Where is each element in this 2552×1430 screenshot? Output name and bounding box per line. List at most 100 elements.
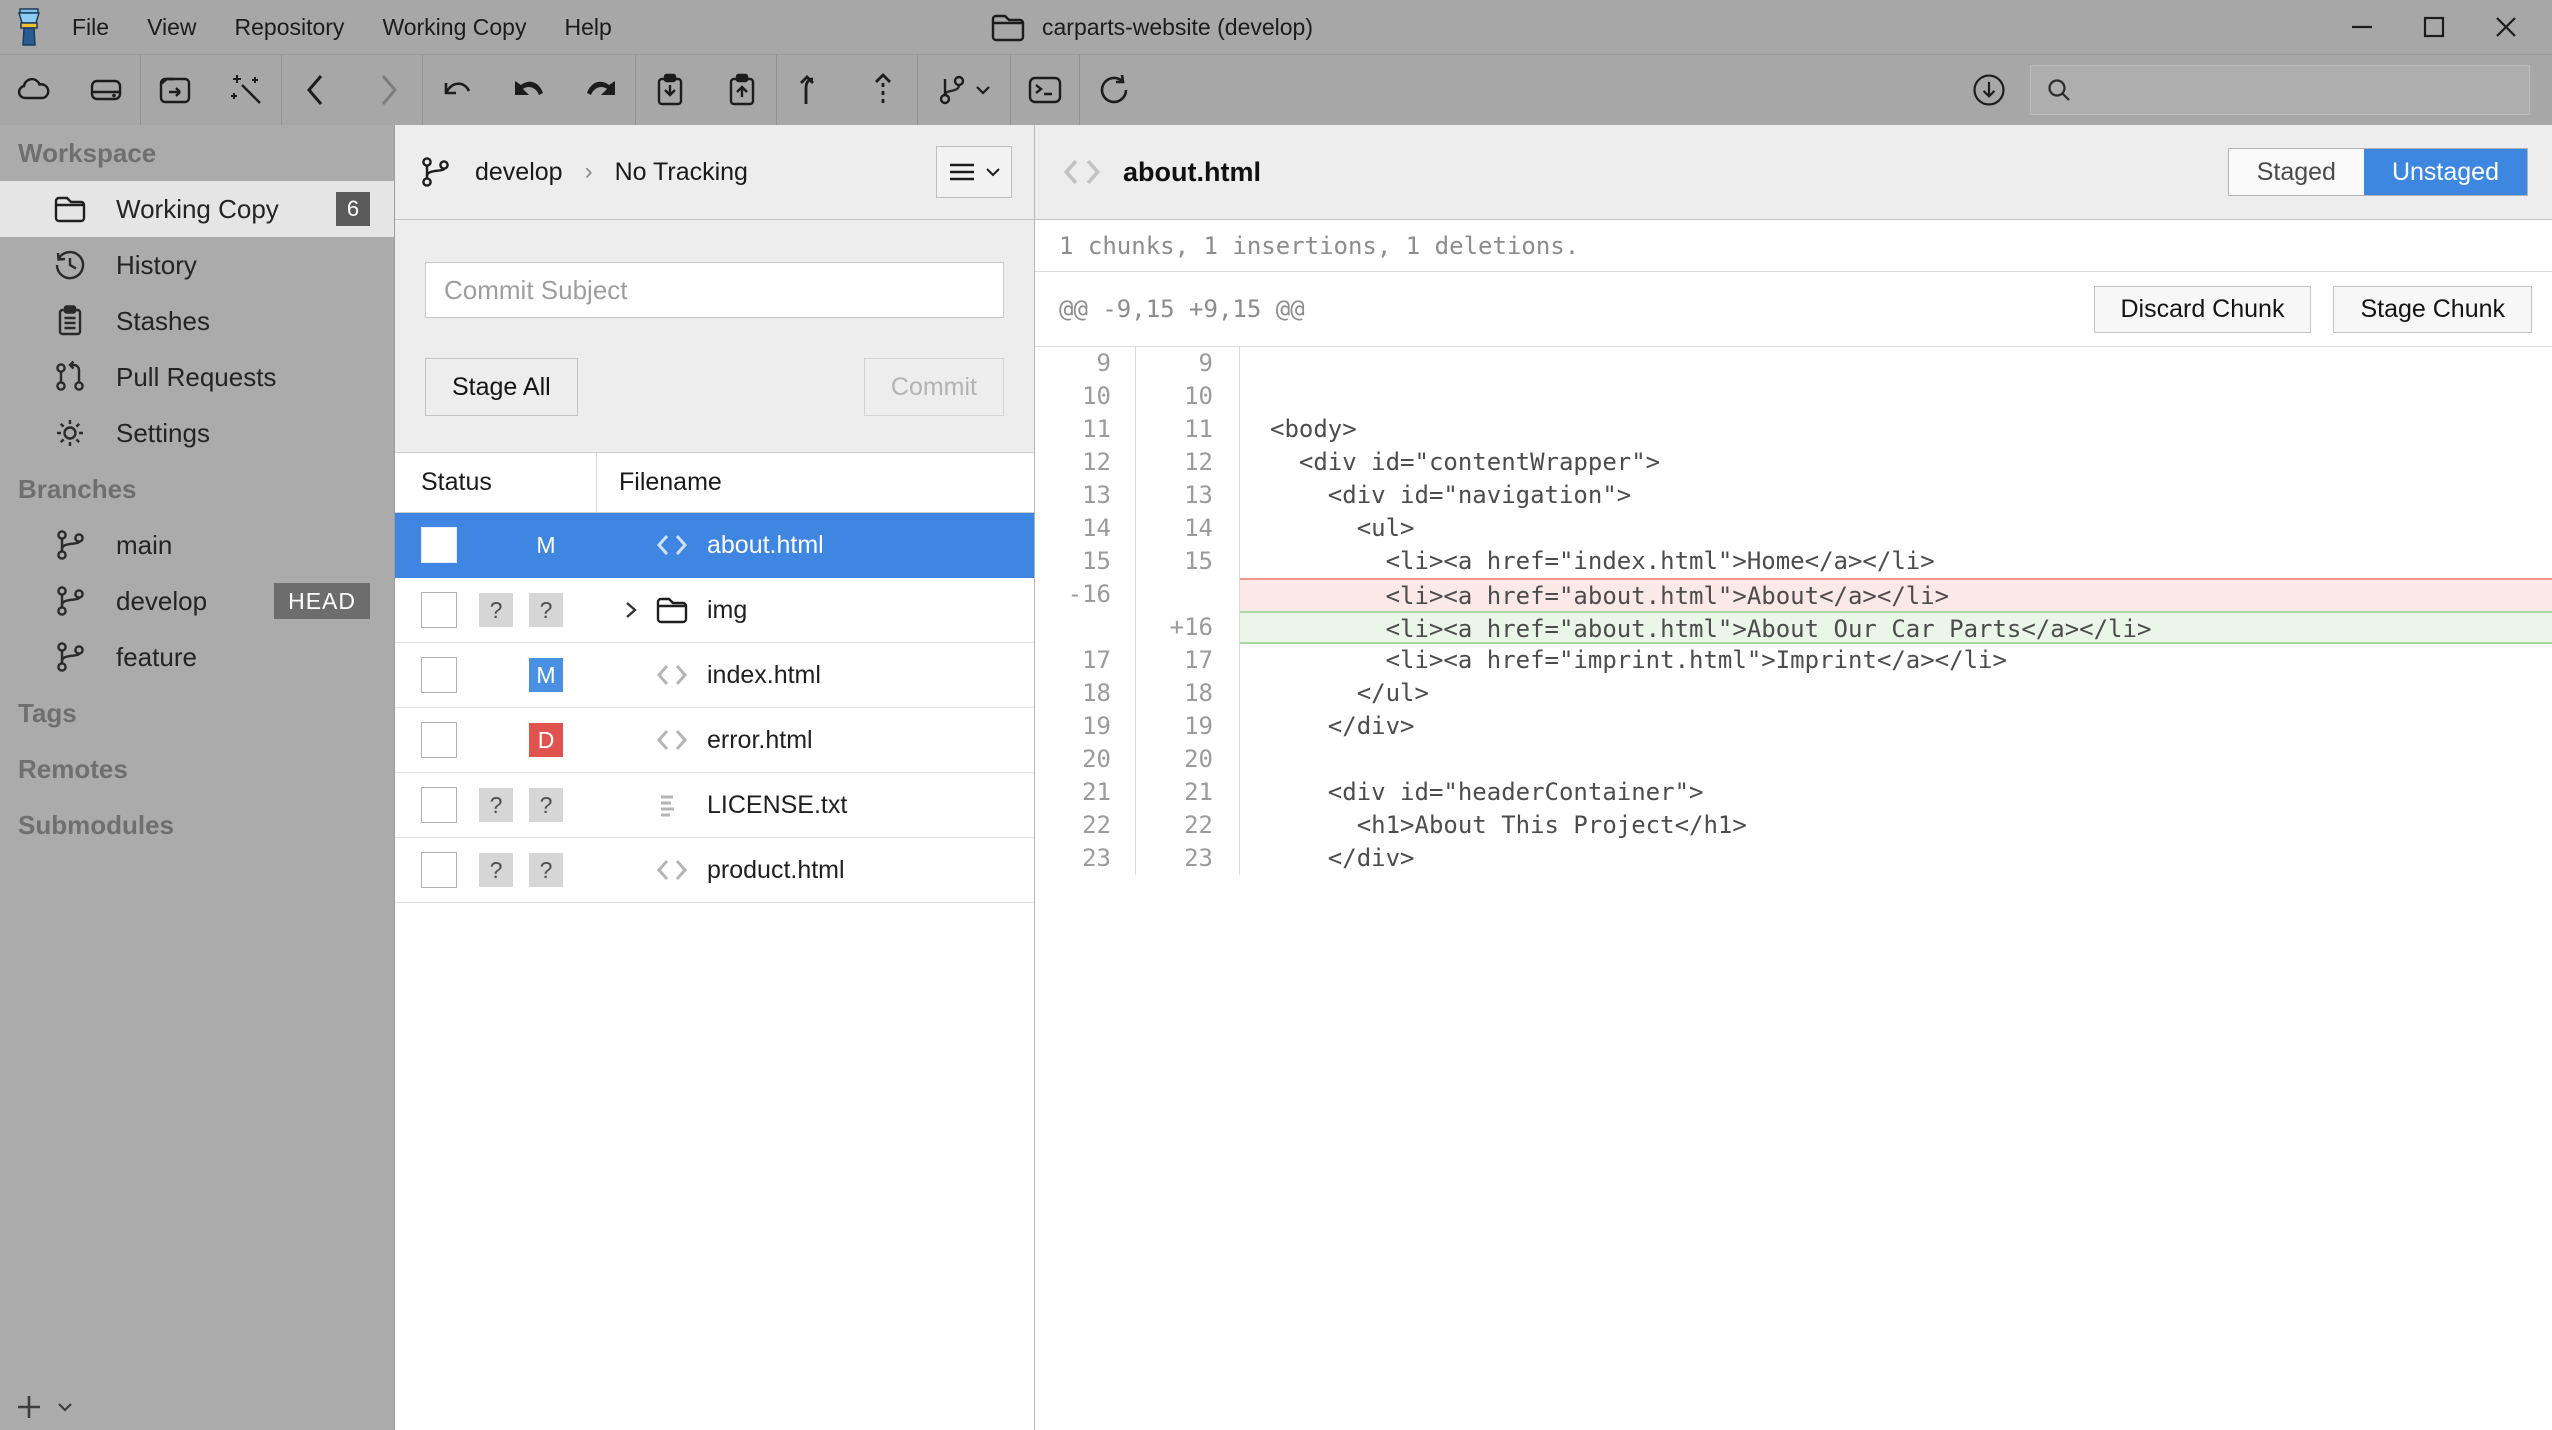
sidebar-section-workspace: Workspace: [0, 125, 394, 181]
menu-repository[interactable]: Repository: [235, 14, 345, 41]
filename-label: LICENSE.txt: [707, 791, 847, 820]
downloads-icon[interactable]: [1970, 71, 2008, 109]
back-icon[interactable]: [297, 71, 335, 109]
sidebar-item-branch-develop[interactable]: develop HEAD: [0, 573, 394, 629]
filename-label: error.html: [707, 726, 813, 755]
table-row-about-html[interactable]: M about.html: [395, 513, 1034, 578]
hunk-header-label: @@ -9,15 +9,15 @@: [1059, 295, 1305, 323]
sidebar-section-remotes[interactable]: Remotes: [0, 741, 394, 797]
stage-checkbox[interactable]: [421, 852, 457, 888]
sidebar-item-stashes[interactable]: Stashes: [0, 293, 394, 349]
breadcrumb-tracking[interactable]: No Tracking: [615, 158, 748, 187]
minimize-button[interactable]: [2326, 0, 2398, 54]
folder-icon: [52, 191, 88, 227]
push-arrow-icon[interactable]: [582, 71, 620, 109]
open-working-copy-icon[interactable]: [156, 71, 194, 109]
branch-icon: [52, 639, 88, 675]
close-button[interactable]: [2470, 0, 2542, 54]
staged-unstaged-toggle: Staged Unstaged: [2228, 148, 2528, 196]
gear-icon: [52, 415, 88, 451]
stash-save-icon[interactable]: [651, 71, 689, 109]
sidebar-item-pull-requests[interactable]: Pull Requests: [0, 349, 394, 405]
list-options-button[interactable]: [936, 146, 1012, 198]
branch-header: develop › No Tracking: [395, 125, 1034, 220]
search-icon: [2045, 76, 2073, 104]
tab-staged[interactable]: Staged: [2229, 149, 2364, 195]
diff-header: about.html Staged Unstaged: [1035, 125, 2552, 220]
sidebar-item-branch-feature[interactable]: feature: [0, 629, 394, 685]
code-file-icon: [1059, 149, 1105, 195]
code-file-icon: [653, 851, 691, 889]
menu-view[interactable]: View: [147, 14, 196, 41]
code-file-icon: [653, 526, 691, 564]
status-badge-untracked: ?: [479, 853, 513, 887]
add-repository-button[interactable]: [14, 1392, 74, 1422]
stage-all-button[interactable]: Stage All: [425, 358, 578, 416]
breadcrumb-separator: ›: [585, 158, 593, 186]
expand-chevron-icon[interactable]: [619, 598, 653, 622]
merge-icon[interactable]: [792, 71, 830, 109]
search-input[interactable]: [2083, 77, 2515, 104]
sidebar-section-tags[interactable]: Tags: [0, 685, 394, 741]
table-row-product-html[interactable]: ? ? product.html: [395, 838, 1034, 903]
cloud-service-icon[interactable]: [15, 71, 53, 109]
discard-chunk-button[interactable]: Discard Chunk: [2094, 286, 2312, 333]
head-badge: HEAD: [274, 583, 370, 619]
quick-actions-wand-icon[interactable]: [228, 71, 266, 109]
stage-checkbox[interactable]: [421, 592, 457, 628]
diff-line: 2222 <h1>About This Project</h1>: [1035, 809, 2552, 842]
table-row-license-txt[interactable]: ? ? LICENSE.txt: [395, 773, 1034, 838]
revert-arrow-icon[interactable]: [438, 71, 476, 109]
stage-chunk-button[interactable]: Stage Chunk: [2333, 286, 2532, 333]
diff-line: 1717 <li><a href="imprint.html">Imprint<…: [1035, 644, 2552, 677]
sidebar-section-submodules[interactable]: Submodules: [0, 797, 394, 853]
forward-icon[interactable]: [369, 71, 407, 109]
stage-checkbox[interactable]: [421, 527, 457, 563]
menu-file[interactable]: File: [72, 14, 109, 41]
pull-arrow-icon[interactable]: [510, 71, 548, 109]
hunk-bar: @@ -9,15 +9,15 @@ Discard Chunk Stage Ch…: [1035, 272, 2552, 347]
table-row-img[interactable]: ? ? img: [395, 578, 1034, 643]
menu-working-copy[interactable]: Working Copy: [382, 14, 526, 41]
breadcrumb-branch[interactable]: develop: [475, 158, 563, 187]
sidebar-item-working-copy[interactable]: Working Copy 6: [0, 181, 394, 237]
git-flow-icon[interactable]: [933, 71, 995, 109]
file-table-header: Status Filename: [395, 453, 1034, 513]
commit-subject-input[interactable]: [425, 262, 1004, 318]
window-title: carparts-website (develop): [990, 0, 1313, 54]
terminal-icon[interactable]: [1026, 71, 1064, 109]
plus-icon: [14, 1392, 44, 1422]
stage-checkbox[interactable]: [421, 787, 457, 823]
sidebar-item-label: main: [116, 530, 172, 561]
refresh-icon[interactable]: [1095, 71, 1133, 109]
diff-line: 1212 <div id="contentWrapper">: [1035, 446, 2552, 479]
diff-line: 1515 <li><a href="index.html">Home</a></…: [1035, 545, 2552, 578]
diff-body: 99 1010 1111<body> 1212 <div id="content…: [1035, 347, 2552, 1430]
commit-button[interactable]: Commit: [864, 358, 1004, 416]
status-badge-untracked: ?: [529, 853, 563, 887]
file-table: Status Filename M about.h: [395, 452, 1034, 1430]
stage-checkbox[interactable]: [421, 722, 457, 758]
sidebar-item-label: Stashes: [116, 306, 210, 337]
tab-unstaged[interactable]: Unstaged: [2364, 149, 2527, 195]
working-copy-count-badge: 6: [336, 192, 370, 226]
column-header-status[interactable]: Status: [395, 453, 597, 512]
local-drive-icon[interactable]: [87, 71, 125, 109]
table-row-error-html[interactable]: D error.html: [395, 708, 1034, 773]
stash-apply-icon[interactable]: [723, 71, 761, 109]
stage-checkbox[interactable]: [421, 657, 457, 693]
status-badge-untracked: ?: [529, 788, 563, 822]
diff-line-added: +16 <li><a href="about.html">About Our C…: [1035, 611, 2552, 644]
sidebar-item-history[interactable]: History: [0, 237, 394, 293]
titlebar: File View Repository Working Copy Help c…: [0, 0, 2552, 54]
diff-line: 2121 <div id="headerContainer">: [1035, 776, 2552, 809]
diff-file-title: about.html: [1123, 157, 1261, 188]
column-header-filename[interactable]: Filename: [597, 453, 722, 512]
toolbar: [0, 54, 2552, 125]
maximize-button[interactable]: [2398, 0, 2470, 54]
sidebar-item-branch-main[interactable]: main: [0, 517, 394, 573]
table-row-index-html[interactable]: M index.html: [395, 643, 1034, 708]
sidebar-item-settings[interactable]: Settings: [0, 405, 394, 461]
menu-help[interactable]: Help: [564, 14, 611, 41]
cherry-pick-icon[interactable]: [864, 71, 902, 109]
